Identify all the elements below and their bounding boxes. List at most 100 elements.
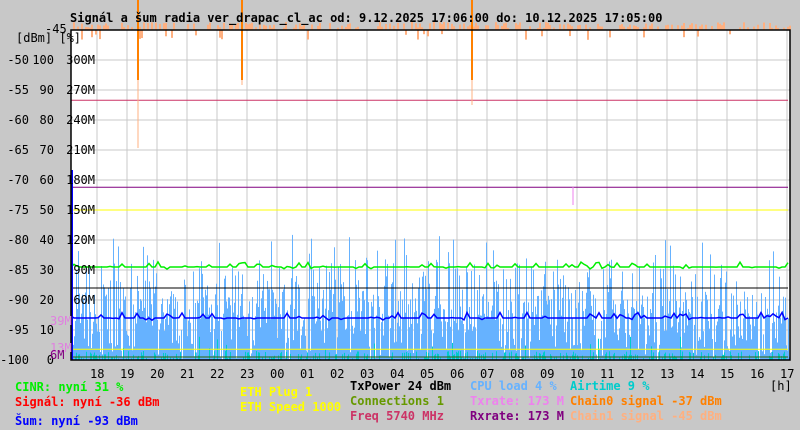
cpu-load-bar bbox=[435, 295, 436, 360]
cpu-load-bar bbox=[635, 314, 636, 360]
cpu-load-bar bbox=[261, 298, 262, 360]
cpu-load-bar bbox=[750, 324, 751, 360]
cpu-load-bar bbox=[703, 331, 704, 360]
cpu-load-bar bbox=[652, 293, 653, 360]
cpu-load-bar bbox=[274, 315, 275, 360]
airtime-bar bbox=[258, 352, 259, 360]
airtime-bar bbox=[392, 352, 393, 360]
cpu-load-bar bbox=[778, 305, 779, 360]
legend-cpu-load: CPU load 4 % bbox=[470, 379, 557, 393]
cpu-load-bar bbox=[558, 284, 559, 360]
cpu-load-bar bbox=[781, 323, 782, 360]
cpu-load-bar bbox=[419, 277, 420, 360]
airtime-bar bbox=[651, 346, 652, 360]
cpu-load-bar bbox=[137, 275, 138, 360]
cpu-load-bar bbox=[787, 350, 788, 360]
airtime-bar bbox=[265, 351, 266, 360]
cpu-load-bar bbox=[348, 315, 349, 360]
cpu-load-bar bbox=[496, 280, 497, 360]
cpu-load-bar bbox=[294, 309, 295, 360]
airtime-bar bbox=[573, 351, 574, 360]
cpu-load-bar bbox=[409, 327, 410, 360]
cpu-load-bar bbox=[546, 300, 547, 360]
cpu-load-bar bbox=[206, 295, 207, 360]
cpu-load-bar bbox=[392, 282, 393, 360]
airtime-bar bbox=[738, 352, 739, 360]
airtime-bar bbox=[432, 346, 433, 360]
cpu-load-bar bbox=[615, 304, 616, 360]
cpu-load-bar bbox=[353, 333, 354, 360]
cpu-load-bar bbox=[328, 310, 329, 360]
cpu-load-bar bbox=[441, 321, 442, 360]
cpu-load-bar bbox=[471, 270, 472, 360]
cpu-load-bar bbox=[126, 330, 127, 360]
cpu-load-bar bbox=[695, 274, 696, 360]
cpu-load-bar bbox=[189, 309, 190, 360]
cpu-load-bar bbox=[354, 327, 355, 360]
cpu-load-bar bbox=[350, 352, 351, 360]
airtime-bar bbox=[315, 352, 316, 360]
cpu-load-bar bbox=[463, 324, 464, 360]
cpu-load-bar bbox=[223, 313, 224, 360]
airtime-bar bbox=[505, 352, 506, 360]
cpu-load-bar bbox=[215, 294, 216, 360]
cpu-load-bar bbox=[569, 299, 570, 360]
cpu-load-bar bbox=[414, 312, 415, 360]
chain1-mark bbox=[717, 22, 719, 30]
cpu-load-bar bbox=[420, 349, 421, 360]
cpu-load-bar bbox=[273, 292, 274, 360]
cpu-load-bar bbox=[322, 298, 323, 360]
cpu-load-bar bbox=[331, 263, 332, 360]
airtime-bar bbox=[408, 352, 409, 360]
airtime-bar bbox=[447, 351, 448, 360]
y-tick-rate: 270M bbox=[66, 83, 95, 97]
cpu-load-bar bbox=[450, 326, 451, 360]
cpu-load-bar bbox=[552, 336, 553, 360]
cpu-load-bar bbox=[506, 279, 507, 360]
cpu-load-bar bbox=[313, 269, 314, 360]
cpu-load-bar bbox=[355, 260, 356, 360]
cpu-load-bar bbox=[244, 319, 245, 360]
cpu-load-bar bbox=[200, 318, 201, 360]
cpu-load-bar bbox=[320, 320, 321, 360]
cpu-load-bar bbox=[428, 261, 429, 360]
cpu-load-bar bbox=[162, 298, 163, 360]
cpu-load-bar bbox=[190, 322, 191, 360]
y-tick-pct: 20 bbox=[39, 293, 54, 307]
cpu-load-bar bbox=[393, 263, 394, 360]
y-tick-pct: 100 bbox=[32, 53, 54, 67]
y-tick-row: -95 10 bbox=[0, 323, 95, 337]
cpu-load-bar bbox=[735, 345, 736, 360]
chain1-dip bbox=[417, 30, 419, 40]
chain1-dip bbox=[195, 30, 197, 36]
chain1-mark bbox=[569, 24, 571, 30]
cpu-load-bar bbox=[662, 306, 663, 360]
cpu-load-bar bbox=[494, 281, 495, 360]
chain1-mark bbox=[705, 24, 707, 30]
chain1-dip bbox=[221, 30, 223, 40]
cpu-load-bar bbox=[438, 308, 439, 360]
cpu-load-bar bbox=[280, 314, 281, 360]
cpu-load-bar bbox=[663, 268, 664, 360]
cpu-load-bar bbox=[592, 319, 593, 360]
airtime-bar bbox=[778, 352, 779, 360]
cpu-load-bar bbox=[474, 264, 475, 360]
cpu-load-bar bbox=[141, 300, 142, 360]
cpu-load-bar bbox=[121, 350, 122, 360]
y-tick-pct: 90 bbox=[39, 83, 54, 97]
cpu-load-bar bbox=[701, 301, 702, 360]
cpu-load-bar bbox=[131, 263, 132, 360]
airtime-bar bbox=[108, 352, 109, 360]
cpu-load-bar bbox=[124, 299, 125, 360]
cpu-load-bar bbox=[383, 335, 384, 360]
y-tick-rate: 240M bbox=[66, 113, 95, 127]
cpu-load-bar bbox=[763, 334, 764, 360]
cpu-load-bar bbox=[311, 238, 312, 360]
y-tick-dbm: -60 bbox=[7, 113, 29, 127]
cpu-load-bar bbox=[617, 334, 618, 360]
cpu-load-bar bbox=[373, 294, 374, 360]
cpu-load-bar bbox=[140, 299, 141, 360]
cpu-load-bar bbox=[783, 296, 784, 360]
cpu-load-bar bbox=[335, 279, 336, 360]
cpu-load-bar bbox=[472, 330, 473, 360]
